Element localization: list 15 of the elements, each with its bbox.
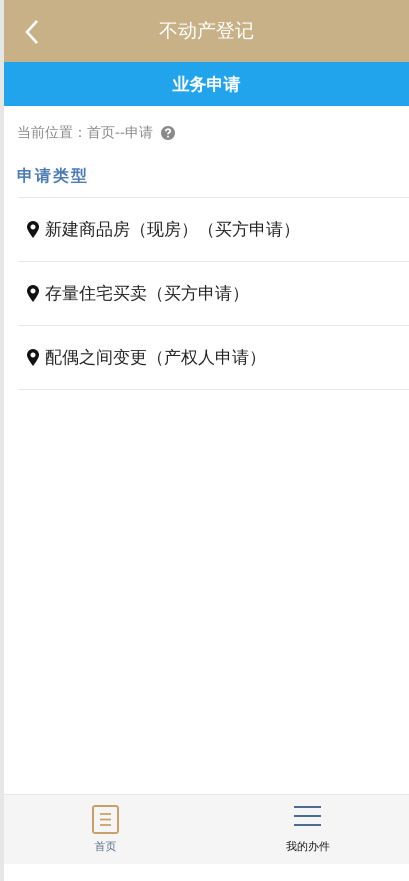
- window-title: 不动产登记: [159, 19, 254, 44]
- map-pin-icon: [27, 221, 39, 238]
- application-type-item[interactable]: 新建商品房（现房）（买方申请）: [19, 198, 409, 262]
- map-pin-icon: [27, 349, 39, 366]
- section-title: 申请类型: [16, 165, 90, 187]
- document-icon: [92, 805, 119, 834]
- application-type-item[interactable]: 配偶之间变更（产权人申请）: [19, 326, 409, 390]
- map-pin-icon: [27, 285, 39, 302]
- chevron-left-icon: [24, 19, 40, 45]
- tab-bar-item[interactable]: 首页: [4, 795, 206, 864]
- help-icon[interactable]: [161, 126, 176, 140]
- page-title: 业务申请: [172, 74, 240, 96]
- application-type-item[interactable]: 存量住宅买卖（买方申请）: [19, 262, 409, 326]
- tab-bar-item[interactable]: 我的办件: [206, 795, 409, 864]
- breadcrumb: 当前位置：首页--申请: [17, 124, 154, 142]
